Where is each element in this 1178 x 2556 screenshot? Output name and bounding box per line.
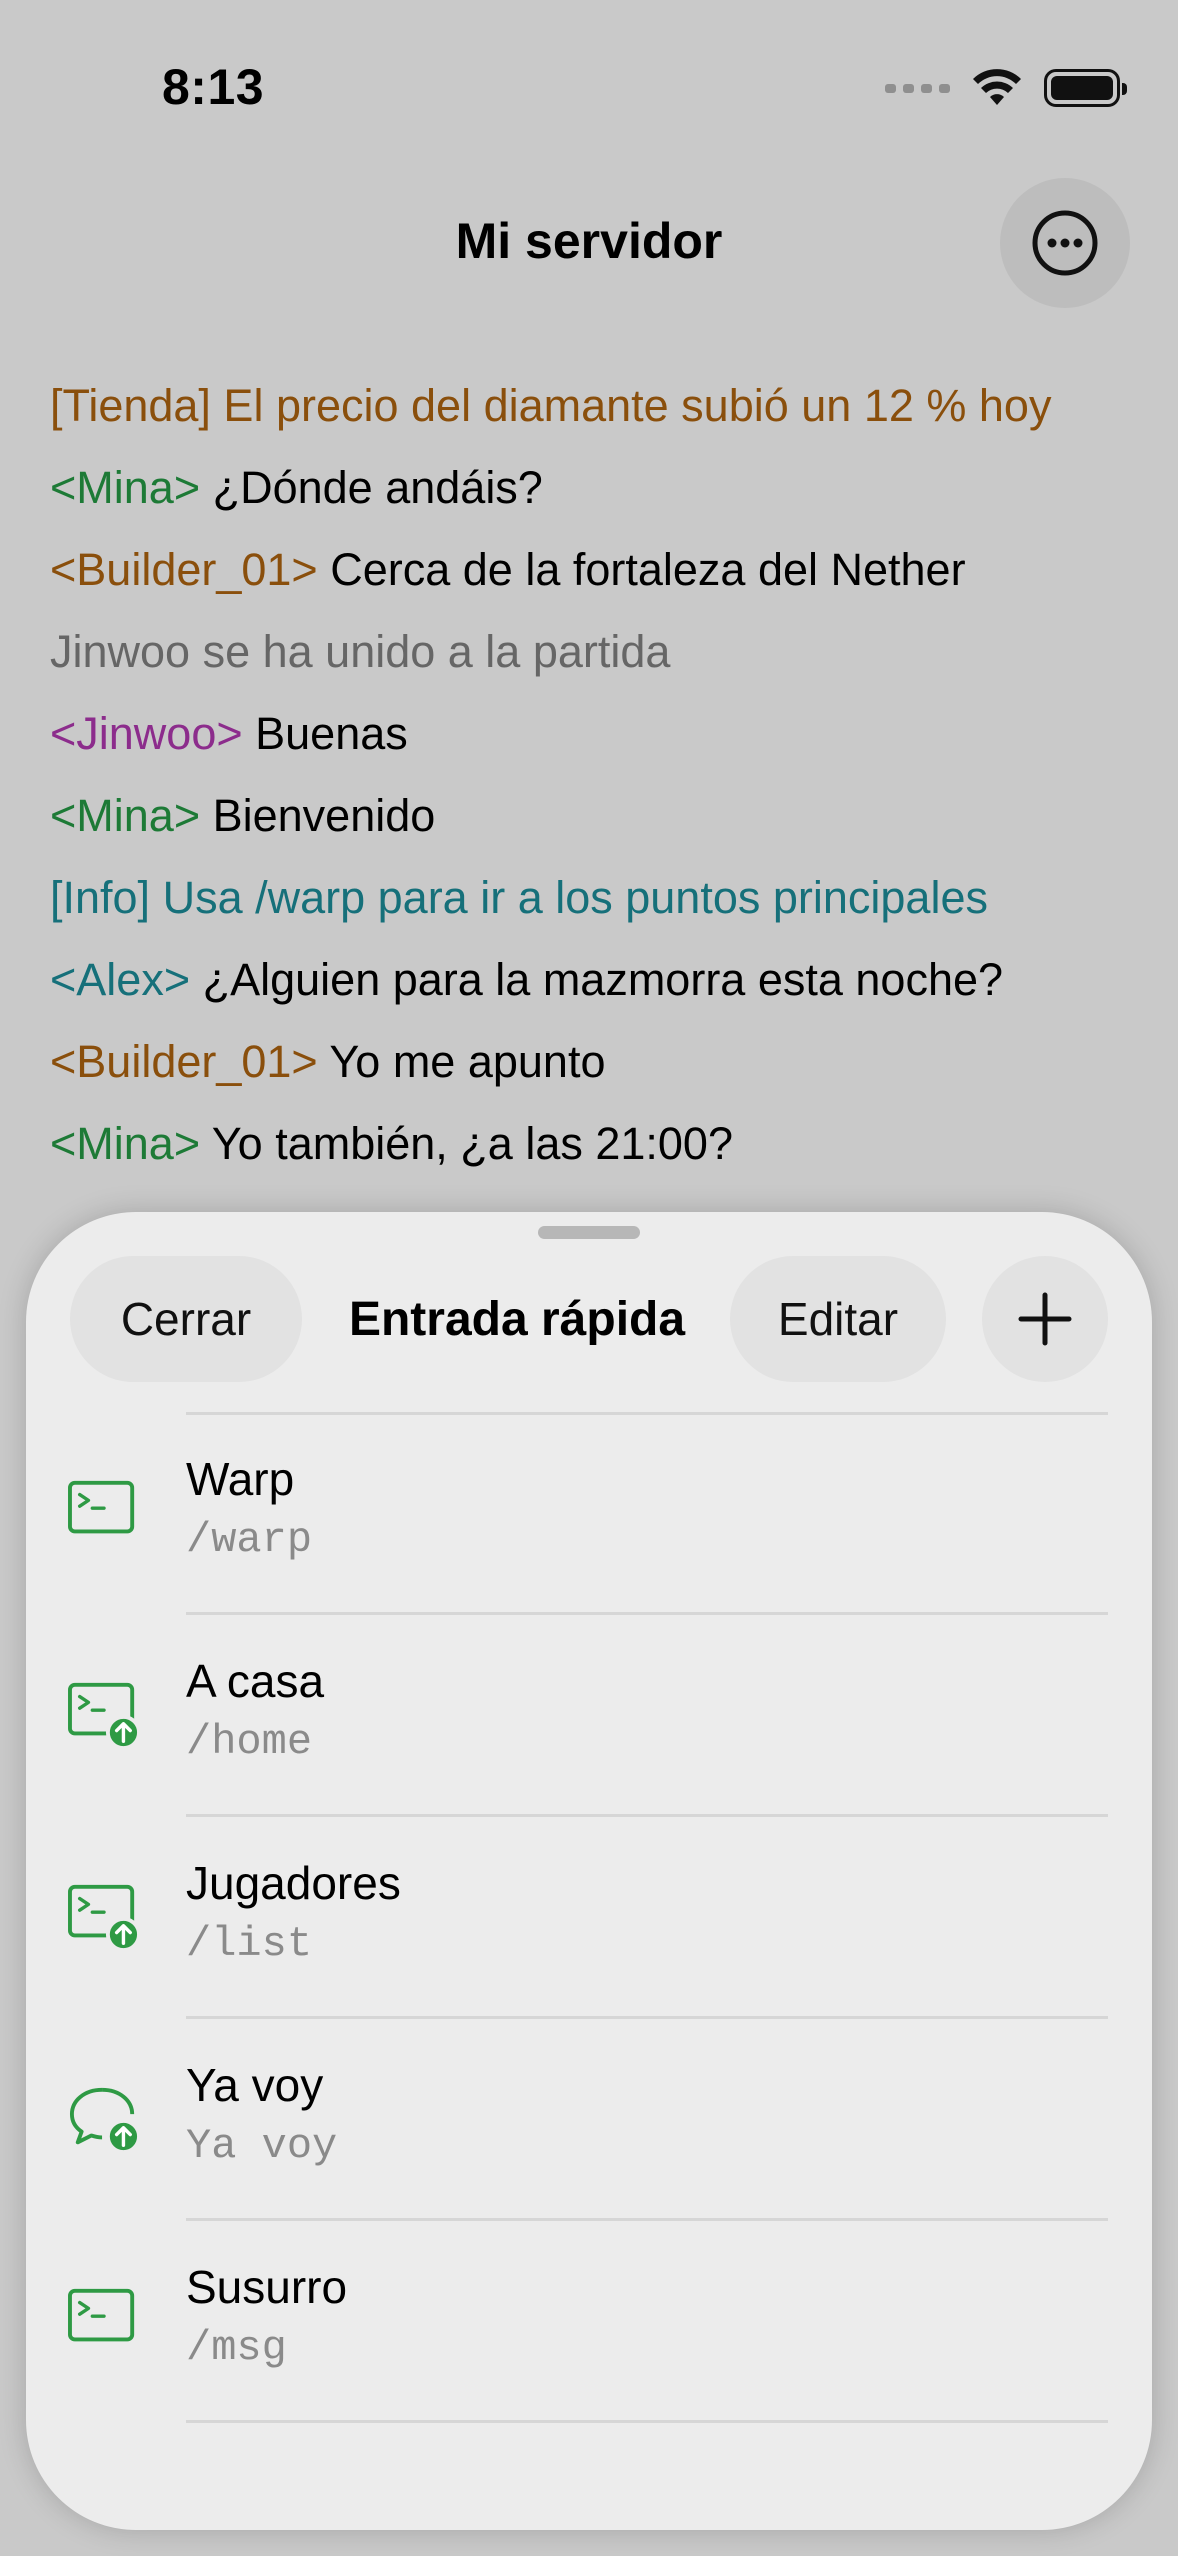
chat-text: Bienvenido bbox=[200, 790, 436, 841]
chat-message: [Tienda] El precio del diamante subió un… bbox=[50, 365, 1158, 447]
quick-input-item[interactable]: A casa/home bbox=[26, 1614, 1152, 1817]
chat-sender: <Mina> bbox=[50, 1118, 201, 1169]
chat-message: <Mina> ¿Dónde andáis? bbox=[50, 447, 1158, 529]
item-title: Susurro bbox=[186, 2261, 348, 2313]
chat-message: <Mina> Yo también, ¿a las 21:00? bbox=[50, 1103, 1158, 1185]
terminal-send-icon bbox=[68, 1682, 141, 1750]
more-options-button[interactable] bbox=[1000, 178, 1130, 308]
quick-input-item[interactable]: Jugadores/list bbox=[26, 1816, 1152, 2019]
battery-icon bbox=[1044, 69, 1127, 107]
item-command: /msg bbox=[186, 2324, 287, 2372]
item-command: /home bbox=[186, 1718, 313, 1766]
chat-text: [Info] Usa /warp para ir a los puntos pr… bbox=[50, 872, 988, 923]
chat-sender: <Alex> bbox=[50, 954, 191, 1005]
quick-input-item[interactable]: Warp/warp bbox=[26, 1412, 1152, 1615]
item-command: /warp bbox=[186, 1516, 313, 1564]
chat-text: ¿Dónde andáis? bbox=[200, 462, 543, 513]
chat-sender: <Builder_01> bbox=[50, 544, 318, 595]
item-title: A casa bbox=[186, 1655, 325, 1707]
terminal-send-icon bbox=[68, 1884, 141, 1952]
chat-sender: <Jinwoo> bbox=[50, 708, 243, 759]
chat-text: Yo también, ¿a las 21:00? bbox=[200, 1118, 733, 1169]
close-button[interactable]: Cerrar bbox=[70, 1256, 302, 1382]
edit-button[interactable]: Editar bbox=[730, 1256, 946, 1382]
sheet-header: Cerrar Entrada rápida Editar bbox=[26, 1256, 1152, 1386]
chat-message: Jinwoo se ha unido a la partida bbox=[50, 611, 1158, 693]
plus-icon bbox=[1018, 1292, 1072, 1346]
divider bbox=[186, 2420, 1108, 2423]
chat-sender: <Builder_01> bbox=[50, 1036, 318, 1087]
sheet-title: Entrada rápida bbox=[348, 1292, 686, 1346]
chat-message: <Mina> Bienvenido bbox=[50, 775, 1158, 857]
item-title: Ya voy bbox=[186, 2059, 324, 2111]
chat-text: Yo me apunto bbox=[317, 1036, 606, 1087]
status-icons bbox=[885, 66, 1127, 110]
item-title: Warp bbox=[186, 1453, 295, 1505]
ellipsis-circle-icon bbox=[1032, 210, 1098, 276]
chat-message: [Info] Usa /warp para ir a los puntos pr… bbox=[50, 857, 1158, 939]
terminal-icon bbox=[68, 2288, 135, 2342]
status-time: 8:13 bbox=[162, 59, 265, 115]
quick-input-item[interactable]: Ya voy Ya voy bbox=[26, 2018, 1152, 2221]
chat-text: [Tienda] El precio del diamante subió un… bbox=[50, 380, 1052, 431]
chat-message: <Jinwoo> Buenas bbox=[50, 693, 1158, 775]
wifi-icon bbox=[973, 69, 1021, 105]
item-command: /list bbox=[186, 1920, 313, 1968]
quick-input-sheet: Cerrar Entrada rápida Editar Warp/warp A … bbox=[26, 1212, 1152, 2530]
add-button[interactable] bbox=[982, 1256, 1108, 1382]
chat-message: <Builder_01> Yo me apunto bbox=[50, 1021, 1158, 1103]
chat-log: [Tienda] El precio del diamante subió un… bbox=[50, 365, 1158, 1185]
item-title: Jugadores bbox=[186, 1857, 401, 1909]
chat-text: ¿Alguien para la mazmorra esta noche? bbox=[190, 954, 1004, 1005]
chat-send-icon bbox=[69, 2087, 141, 2154]
chat-message: <Builder_01> Cerca de la fortaleza del N… bbox=[50, 529, 1158, 611]
chat-text: Jinwoo se ha unido a la partida bbox=[50, 626, 671, 677]
quick-input-item[interactable]: Susurro/msg bbox=[26, 2220, 1152, 2423]
quick-input-list: Warp/warp A casa/home Jugadores/list Ya voy… bbox=[26, 1412, 1152, 2423]
chat-text: Cerca de la fortaleza del Nether bbox=[317, 544, 966, 595]
chat-sender: <Mina> bbox=[50, 462, 201, 513]
chat-text: Buenas bbox=[242, 708, 408, 759]
item-command: Ya voy bbox=[186, 2122, 338, 2170]
chat-message: <Alex> ¿Alguien para la mazmorra esta no… bbox=[50, 939, 1158, 1021]
terminal-icon bbox=[68, 1480, 135, 1534]
cellular-signal-icon bbox=[885, 83, 950, 93]
chat-sender: <Mina> bbox=[50, 790, 201, 841]
sheet-grabber[interactable] bbox=[538, 1226, 640, 1239]
